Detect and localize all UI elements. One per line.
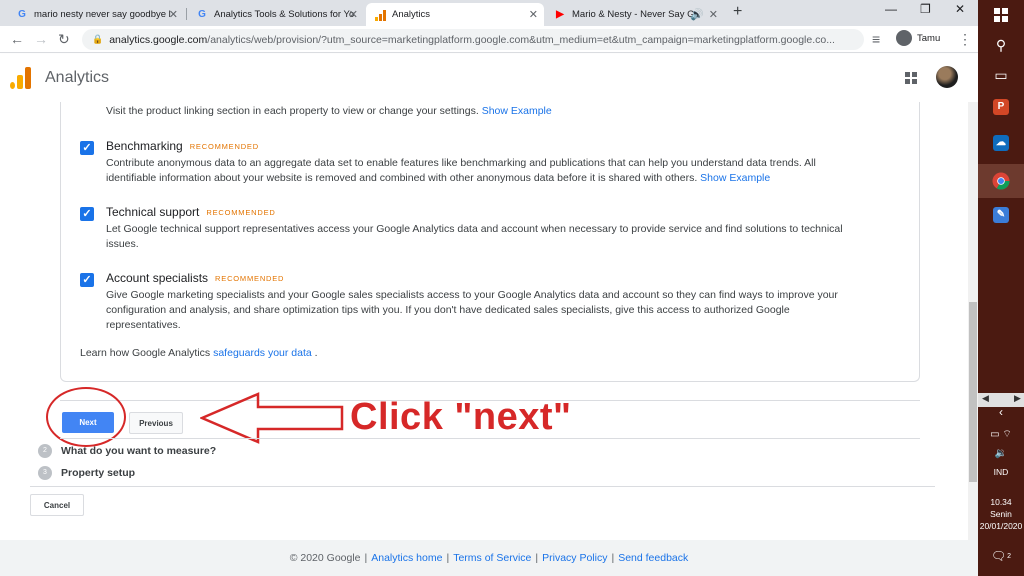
forward-icon[interactable]: → xyxy=(34,31,48,47)
option-title: Benchmarking xyxy=(106,139,183,153)
step-property-setup: 3 Property setup xyxy=(38,466,135,480)
scrollbar-thumb[interactable] xyxy=(969,302,977,482)
search-icon[interactable]: ⚲ xyxy=(978,30,1024,60)
clock-date: 20/01/2020 xyxy=(979,521,1023,531)
option-title: Account specialists xyxy=(106,271,209,285)
media-control-icon[interactable]: ≡ xyxy=(872,31,880,47)
avatar[interactable] xyxy=(936,66,958,88)
profile-button[interactable]: Tamu xyxy=(896,30,940,46)
product-linking-desc: Visit the product linking section in eac… xyxy=(106,105,552,117)
close-icon[interactable]: ✕ xyxy=(709,8,718,21)
menu-icon[interactable]: ⋮ xyxy=(958,31,972,48)
app-header: Analytics xyxy=(0,54,978,102)
step-label: What do you want to measure? xyxy=(61,445,217,457)
recommended-badge: RECOMMENDED xyxy=(189,142,259,152)
option-desc: Let Google technical support representat… xyxy=(106,223,843,250)
browser-tab-1[interactable]: G mario nesty never say goodbye l ✕ xyxy=(8,3,184,26)
youtube-icon: ▶ xyxy=(556,8,564,20)
recommended-badge: RECOMMENDED xyxy=(215,274,285,284)
powerpoint-icon[interactable]: P xyxy=(978,92,1024,122)
speaker-icon[interactable]: 🔊 xyxy=(690,8,704,21)
battery-wifi-icon[interactable]: ▭ ⌔ xyxy=(978,424,1024,444)
annotation-text: Click "next" xyxy=(350,396,572,438)
analytics-logo-icon xyxy=(10,67,32,89)
browser-tab-2[interactable]: G Analytics Tools & Solutions for Yo ✕ xyxy=(188,3,364,26)
step-number: 2 xyxy=(38,444,52,458)
divider xyxy=(60,438,920,439)
analytics-home-link[interactable]: Analytics home xyxy=(371,552,442,564)
close-icon[interactable]: ✕ xyxy=(529,8,538,21)
option-desc: Give Google marketing specialists and yo… xyxy=(106,289,838,331)
step-number: 3 xyxy=(38,466,52,480)
volume-icon[interactable]: 🔉 xyxy=(978,444,1024,462)
tab-title: Analytics xyxy=(392,9,431,20)
url-input[interactable]: 🔒 analytics.google.com/analytics/web/pro… xyxy=(82,29,864,50)
apps-grid-icon[interactable] xyxy=(905,72,917,84)
browser-tab-3[interactable]: Analytics ✕ xyxy=(366,3,544,26)
reload-icon[interactable]: ↻ xyxy=(58,31,70,48)
restore-icon[interactable]: ❐ xyxy=(920,2,931,16)
app-title: Analytics xyxy=(45,69,110,86)
minimize-icon[interactable]: — xyxy=(885,2,897,16)
browser-tab-4[interactable]: ▶ Mario & Nesty - Never Say G 🔊 ✕ xyxy=(546,3,724,26)
step-label: Property setup xyxy=(61,467,136,479)
profile-icon xyxy=(896,30,912,46)
terms-of-service-link[interactable]: Terms of Service xyxy=(453,552,531,564)
page-scrollbar[interactable] xyxy=(968,102,978,540)
onedrive-icon[interactable]: ☁ xyxy=(978,128,1024,158)
technical-support-checkbox[interactable]: ✓ xyxy=(80,207,94,221)
privacy-policy-link[interactable]: Privacy Policy xyxy=(542,552,607,564)
benchmarking-checkbox[interactable]: ✓ xyxy=(80,141,94,155)
account-specialists-checkbox[interactable]: ✓ xyxy=(80,273,94,287)
tab-title: Analytics Tools & Solutions for Yo xyxy=(214,9,355,20)
show-example-link[interactable]: Show Example xyxy=(700,172,770,184)
cancel-button[interactable]: Cancel xyxy=(30,494,84,516)
recommended-badge: RECOMMENDED xyxy=(206,208,276,218)
show-example-link[interactable]: Show Example xyxy=(482,105,552,117)
previous-button[interactable]: Previous xyxy=(129,412,183,434)
close-window-icon[interactable]: ✕ xyxy=(955,2,965,16)
main-content: Visit the product linking section in eac… xyxy=(0,102,968,540)
tab-title: mario nesty never say goodbye l xyxy=(34,9,171,20)
clock-time[interactable]: 10.34 xyxy=(978,497,1024,508)
google-icon: G xyxy=(18,8,26,20)
analytics-icon xyxy=(374,9,386,21)
lock-icon: 🔒 xyxy=(92,34,104,44)
close-icon[interactable]: ✕ xyxy=(349,8,358,21)
task-view-icon[interactable]: ▭ xyxy=(978,60,1024,90)
page-footer: © 2020 Google | Analytics home | Terms o… xyxy=(0,540,978,576)
divider xyxy=(30,486,935,487)
send-feedback-link[interactable]: Send feedback xyxy=(618,552,688,564)
windows-taskbar: ⚲ ▭ P ☁ ✎ ‹ ▭ ⌔ 🔉 IND 10.34 Senin 20/01/… xyxy=(978,0,1024,576)
step-measure: 2 What do you want to measure? xyxy=(38,444,216,458)
safeguards-link[interactable]: safeguards your data xyxy=(213,347,312,359)
back-icon[interactable]: ← xyxy=(10,31,24,47)
chrome-icon[interactable] xyxy=(978,164,1024,198)
option-title: Technical support xyxy=(106,205,200,219)
close-icon[interactable]: ✕ xyxy=(169,8,178,21)
copyright-text: © 2020 Google xyxy=(289,552,361,564)
browser-tab-bar: G mario nesty never say goodbye l ✕ G An… xyxy=(0,0,978,26)
windows-start-icon[interactable] xyxy=(978,0,1024,30)
tab-title: Mario & Nesty - Never Say G xyxy=(572,9,695,20)
taskbar-scroll-arrows[interactable]: ◀ ▶ xyxy=(978,393,1024,407)
clock-day: Senin xyxy=(990,509,1012,519)
learn-safeguards-text: Learn how Google Analytics safeguards yo… xyxy=(80,347,318,359)
new-tab-button[interactable]: + xyxy=(733,3,742,21)
paint-icon[interactable]: ✎ xyxy=(978,200,1024,230)
option-desc: Contribute anonymous data to an aggregat… xyxy=(106,157,816,184)
google-icon: G xyxy=(198,8,206,20)
address-bar-row: ← → ↻ 🔒 analytics.google.com/analytics/w… xyxy=(0,26,978,53)
language-indicator[interactable]: IND xyxy=(978,467,1024,478)
notification-icon[interactable]: 🗨 2 xyxy=(978,542,1024,570)
